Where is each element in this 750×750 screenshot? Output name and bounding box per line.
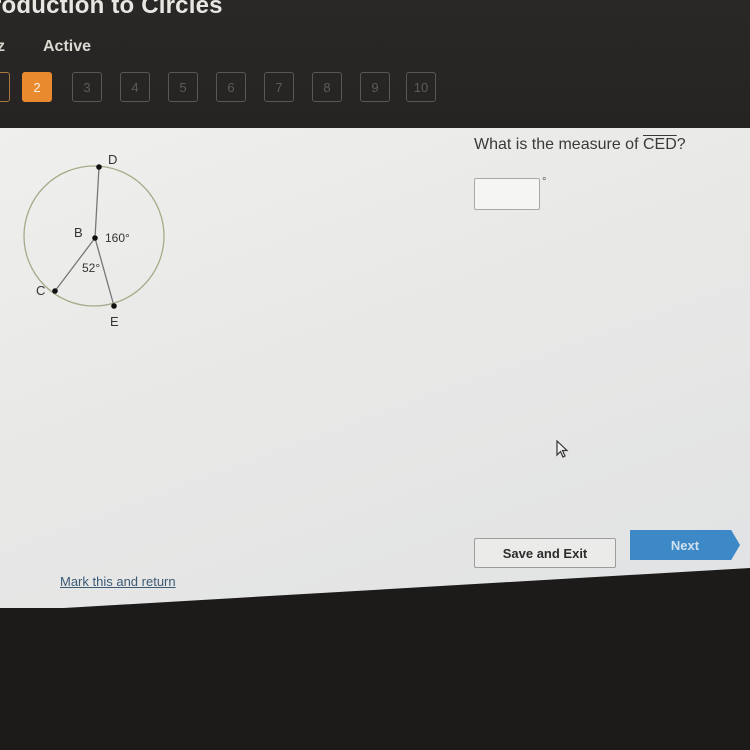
angle-label-DBE: 160° — [105, 231, 130, 245]
question-nav-1[interactable]: 1 — [0, 72, 10, 102]
question-nav-10[interactable]: 10 — [406, 72, 436, 102]
mark-and-return-link[interactable]: Mark this and return — [60, 574, 176, 589]
label-E: E — [110, 314, 119, 328]
answer-input[interactable] — [474, 178, 540, 210]
question-prefix: What is the measure of — [474, 136, 643, 153]
status-label: Active — [43, 38, 92, 55]
angle-label-CBE: 52° — [82, 261, 100, 275]
label-C: C — [36, 283, 45, 298]
arc-label: CED — [642, 136, 677, 153]
mouse-pointer-icon — [556, 440, 569, 458]
lesson-title: roduction to Circles — [0, 0, 223, 19]
question-nav-4[interactable]: 4 — [120, 72, 150, 102]
question-card: D B C E 160° 52° What is the measure of … — [0, 128, 750, 608]
next-button[interactable]: Next — [630, 530, 740, 560]
point-B — [92, 235, 98, 241]
question-nav-8[interactable]: 8 — [312, 72, 342, 102]
point-E — [111, 303, 117, 309]
label-D: D — [108, 152, 117, 167]
question-nav-9[interactable]: 9 — [360, 72, 390, 102]
question-nav-7[interactable]: 7 — [264, 72, 294, 102]
question-nav-2[interactable]: 2 — [22, 72, 52, 102]
circle-diagram: D B C E 160° 52° — [23, 152, 165, 328]
save-and-exit-button[interactable]: Save and Exit — [474, 538, 616, 568]
question-text: What is the measure of CED? — [474, 136, 686, 154]
point-C — [52, 288, 58, 294]
degree-sign: ° — [542, 176, 547, 188]
question-suffix: ? — [676, 136, 686, 153]
question-nav-3[interactable]: 3 — [72, 72, 102, 102]
quiz-label: z — [0, 38, 5, 55]
question-nav-6[interactable]: 6 — [216, 72, 246, 102]
point-D — [96, 164, 102, 170]
question-nav-5[interactable]: 5 — [168, 72, 198, 102]
quiz-header: roduction to Circles z Active 1 2 3 4 5 … — [0, 0, 750, 130]
segment-BD — [94, 166, 100, 239]
label-B: B — [74, 225, 83, 240]
